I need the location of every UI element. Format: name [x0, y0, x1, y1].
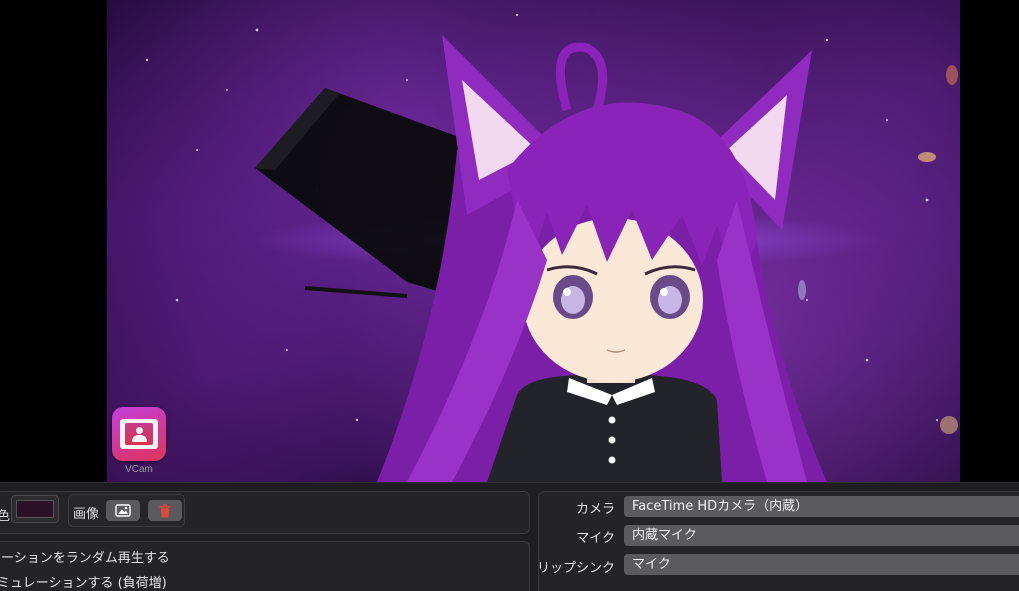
- color-swatch: [16, 500, 54, 518]
- image-label: 画像: [73, 507, 100, 522]
- vcam-label: VCam: [125, 464, 153, 475]
- camera-label: カメラ: [575, 502, 615, 517]
- avatar-preview: VCam: [0, 0, 1019, 482]
- delete-image-button[interactable]: [148, 500, 182, 521]
- lipsync-select[interactable]: マイク: [624, 554, 1019, 575]
- background-color-well[interactable]: [11, 495, 59, 523]
- random-motion-option[interactable]: モーションをランダム再生する: [0, 547, 170, 566]
- camera-select[interactable]: FaceTime HDカメラ（内蔵）: [624, 496, 1019, 517]
- physics-simulation-option[interactable]: シミュレーションする (負荷増): [0, 572, 167, 591]
- preview-viewport: [107, 0, 960, 482]
- avatar-scene: [136, 13, 958, 482]
- mic-select[interactable]: 内蔵マイク: [624, 525, 1019, 546]
- select-image-button[interactable]: [106, 500, 140, 521]
- mic-label: マイク: [576, 531, 615, 546]
- image-icon: [115, 504, 131, 517]
- lipsync-label: リップシンク: [536, 561, 615, 576]
- background-color-label: 色: [0, 509, 11, 524]
- vcam-app-icon: [112, 407, 166, 461]
- trash-icon: [159, 503, 171, 517]
